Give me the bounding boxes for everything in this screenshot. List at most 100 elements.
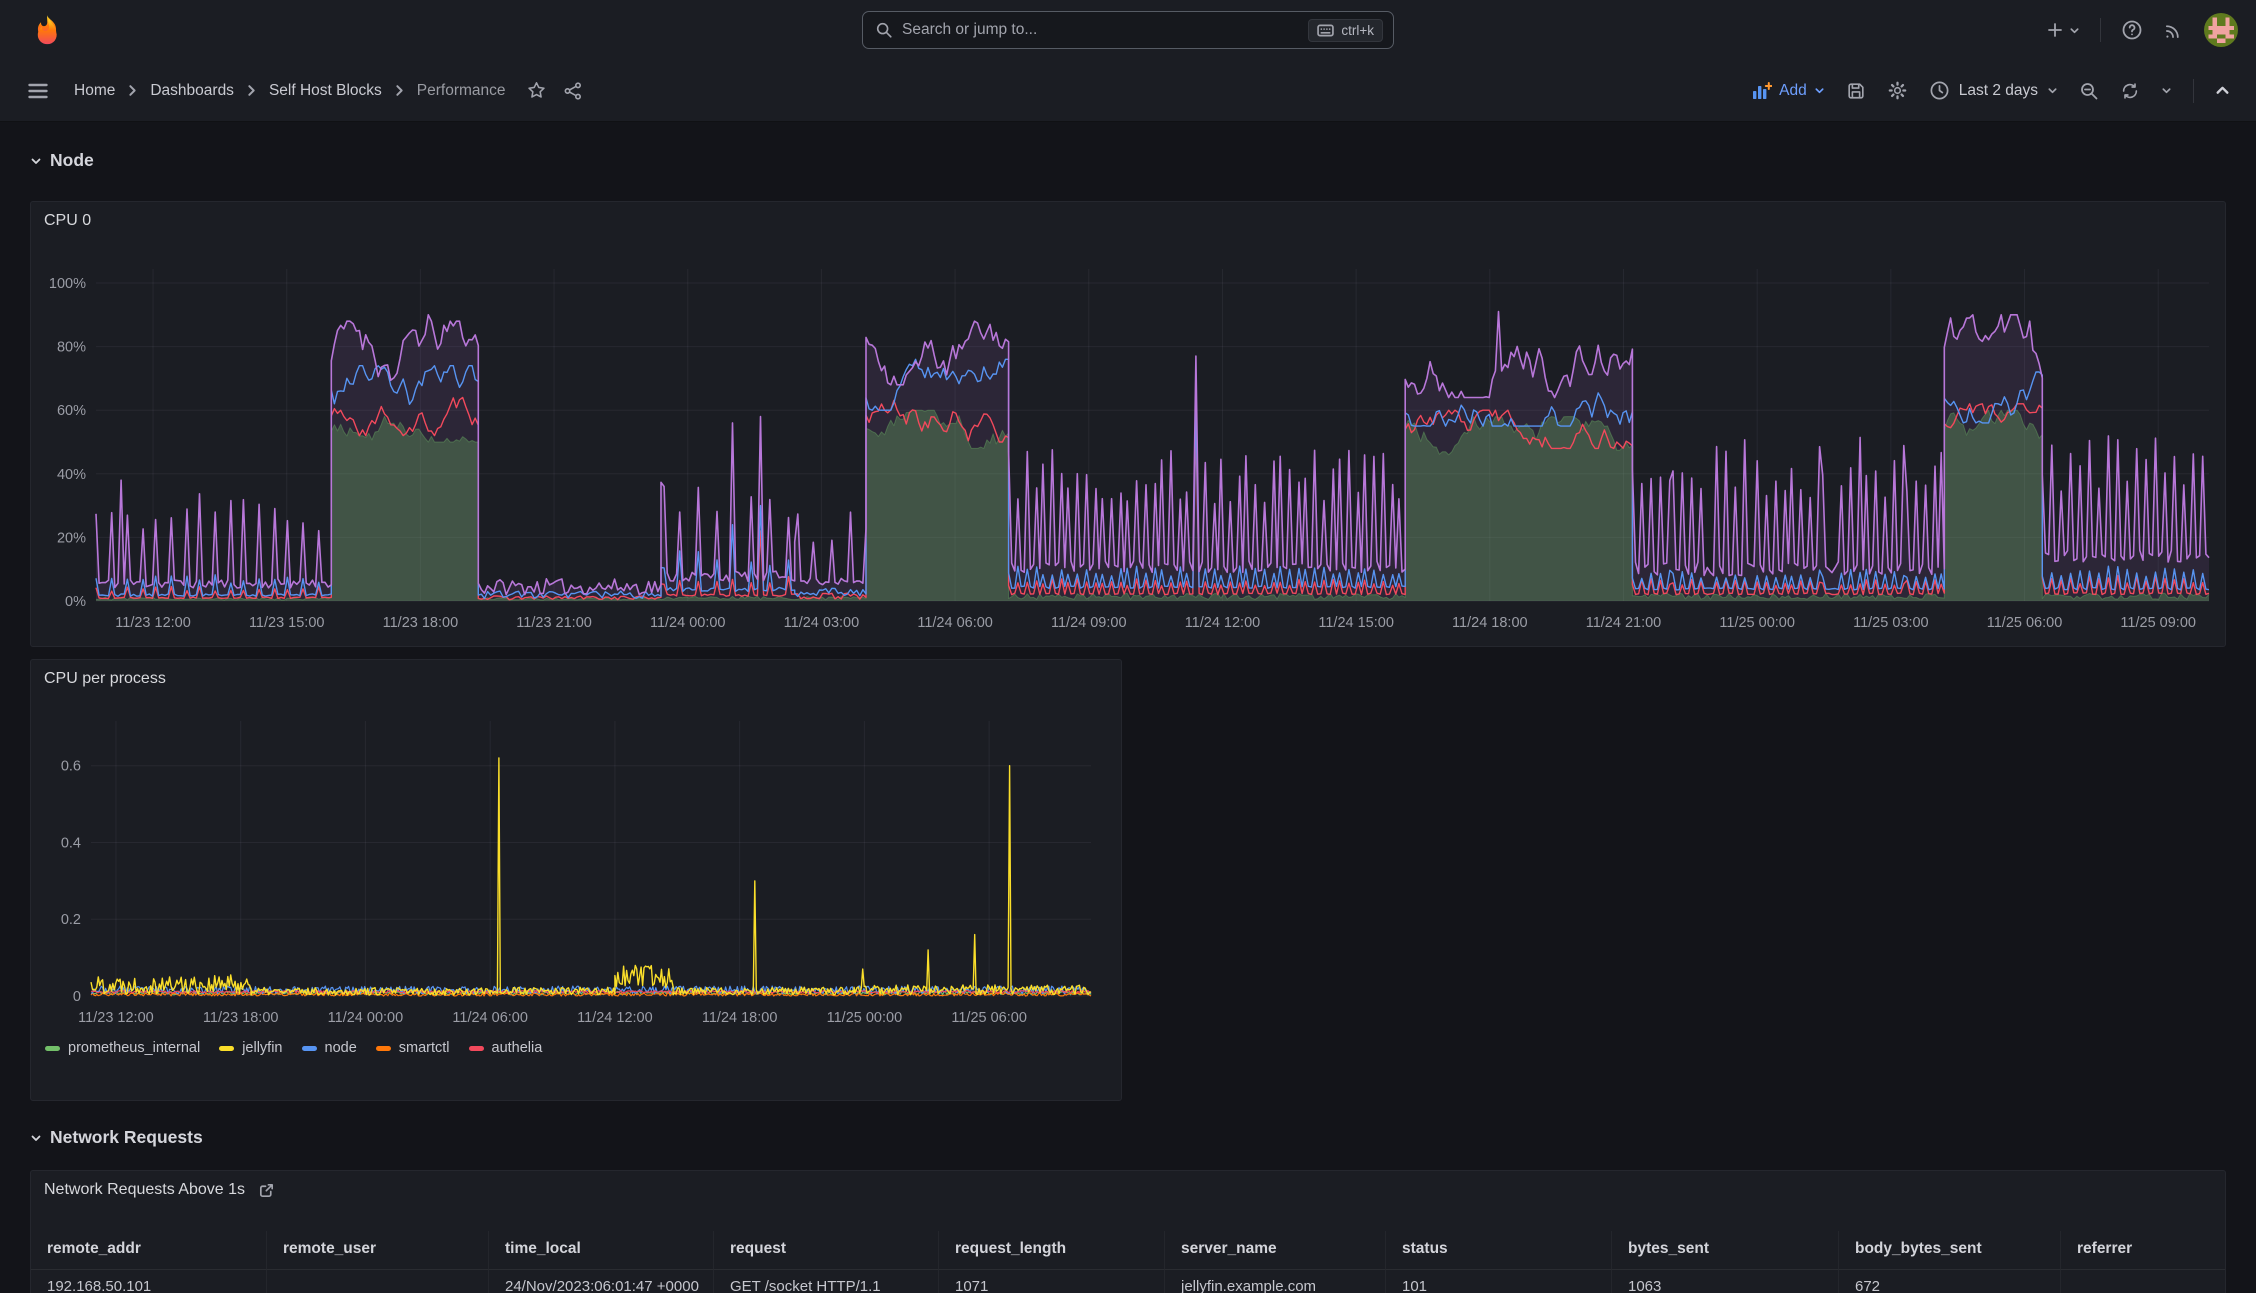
legend-swatch	[301, 1045, 317, 1051]
x-axis-tick-label: 11/24 00:00	[650, 615, 726, 631]
x-axis-tick-label: 11/24 12:00	[577, 1010, 653, 1026]
column-header-request[interactable]: request	[714, 1231, 939, 1270]
breadcrumb-dashboards[interactable]: Dashboards	[150, 82, 234, 100]
chevron-right-icon	[394, 84, 405, 97]
zoom-out-time-button[interactable]	[2079, 81, 2099, 101]
legend-item-smartctl[interactable]: smartctl	[375, 1040, 450, 1056]
search-icon	[876, 22, 892, 38]
x-axis-tick-label: 11/24 21:00	[1586, 615, 1662, 631]
y-axis-tick-label: 0.2	[61, 912, 81, 928]
table-cell: 672	[1839, 1270, 2061, 1293]
add-panel-icon	[1753, 81, 1773, 99]
x-axis-tick-label: 11/24 03:00	[784, 615, 860, 631]
legend-swatch	[45, 1045, 60, 1051]
chevron-right-icon	[246, 84, 257, 97]
dashboard-toolbar: Home Dashboards Self Host Blocks Perform…	[0, 60, 2256, 122]
hamburger-icon	[28, 83, 48, 98]
chevron-down-icon	[2162, 88, 2171, 94]
network-requests-table: remote_addr remote_user time_local request r…	[31, 1231, 2225, 1293]
time-range-picker[interactable]: Last 2 days	[1929, 80, 2058, 101]
y-axis-tick-label: 0.6	[61, 759, 81, 775]
favorite-button[interactable]	[526, 80, 547, 101]
cpu0-timeseries-chart[interactable]: 0% 20% 40% 60% 80% 100% 11/23 12:00 11/23 15:00…	[31, 202, 2225, 646]
table-cell: 1071	[939, 1270, 1165, 1293]
panel-title-network-requests[interactable]: Network Requests Above 1s	[44, 1181, 275, 1199]
search-placeholder: Search or jump to...	[902, 21, 1038, 38]
table-cell: 24/Nov/2023:06:01:47 +0000	[489, 1270, 714, 1293]
save-icon	[1848, 82, 1864, 99]
y-axis-tick-label: 20%	[57, 530, 86, 546]
help-button[interactable]	[2121, 19, 2143, 41]
mega-menu-button[interactable]	[26, 79, 50, 103]
clock-icon	[1930, 81, 1949, 100]
collapse-toolbar-button[interactable]	[2215, 83, 2230, 98]
legend-label: jellyfin	[242, 1040, 283, 1056]
column-header-request_length[interactable]: request_length	[939, 1231, 1165, 1270]
panel-network-requests: Network Requests Above 1s remote_addr rem…	[30, 1170, 2226, 1293]
panel-title-cpu-per-process[interactable]: CPU per process	[44, 670, 166, 688]
plus-icon	[2048, 23, 2062, 37]
legend-swatch	[219, 1045, 235, 1051]
share-button[interactable]	[563, 81, 583, 101]
row-header-network-requests[interactable]: Network Requests	[30, 1127, 203, 1148]
table-cell: 192.168.50.101	[31, 1270, 267, 1293]
x-axis-tick-label: 11/24 06:00	[452, 1010, 528, 1026]
y-axis-tick-label: 100%	[49, 276, 86, 292]
chevron-down-icon	[2070, 27, 2079, 33]
legend-label: prometheus_internal	[68, 1040, 201, 1056]
chevron-down-icon	[31, 1135, 41, 1141]
legend-item-authelia[interactable]: authelia	[468, 1040, 542, 1056]
column-header-referrer[interactable]: referrer	[2061, 1231, 2225, 1270]
column-header-remote_addr[interactable]: remote_addr	[31, 1231, 267, 1270]
gear-icon	[1888, 81, 1907, 100]
x-axis-tick-label: 11/25 00:00	[1719, 615, 1795, 631]
table-cell: 1063	[1612, 1270, 1839, 1293]
x-axis-tick-label: 11/24 18:00	[702, 1010, 778, 1026]
x-axis-tick-label: 11/24 18:00	[1452, 615, 1528, 631]
time-range-label: Last 2 days	[1958, 81, 2038, 99]
column-header-remote_user[interactable]: remote_user	[267, 1231, 489, 1270]
refresh-icon	[2122, 82, 2138, 99]
panel-title-cpu0[interactable]: CPU 0	[44, 212, 91, 230]
legend-item-node[interactable]: node	[301, 1040, 357, 1056]
breadcrumb-folder[interactable]: Self Host Blocks	[269, 82, 382, 100]
breadcrumb-current: Performance	[416, 81, 506, 99]
cpu-per-process-chart[interactable]: 0 0.2 0.4 0.6 11/23 12:00 11/23 18:00 11/24 00…	[31, 660, 1121, 1100]
x-axis-tick-label: 11/23 15:00	[249, 615, 325, 631]
legend-item-jellyfin[interactable]: jellyfin	[219, 1040, 283, 1056]
search-shortcut-badge: ctrl+k	[1308, 18, 1383, 42]
refresh-interval-dropdown[interactable]	[2161, 85, 2172, 96]
column-header-server_name[interactable]: server_name	[1165, 1231, 1386, 1270]
table-cell	[267, 1270, 489, 1293]
user-avatar[interactable]	[2204, 13, 2238, 47]
breadcrumb-home[interactable]: Home	[74, 82, 115, 100]
grafana-logo[interactable]	[30, 13, 64, 47]
column-header-body_bytes_sent[interactable]: body_bytes_sent	[1839, 1231, 2061, 1270]
row-header-node[interactable]: Node	[30, 150, 94, 171]
column-header-time_local[interactable]: time_local	[489, 1231, 714, 1270]
refresh-button[interactable]	[2120, 81, 2140, 101]
x-axis-tick-label: 11/23 12:00	[115, 615, 191, 631]
column-header-bytes_sent[interactable]: bytes_sent	[1612, 1231, 1839, 1270]
add-button[interactable]: Add	[1752, 81, 1825, 100]
table-cell: jellyfin.example.com	[1165, 1270, 1386, 1293]
breadcrumb: Home Dashboards Self Host Blocks Perform…	[74, 82, 506, 100]
caret-up-icon	[2216, 86, 2229, 94]
external-link-icon[interactable]	[258, 1182, 275, 1199]
y-axis-tick-label: 60%	[57, 403, 86, 419]
search-input[interactable]: Search or jump to... ctrl+k	[862, 11, 1394, 49]
star-icon	[527, 82, 545, 98]
column-header-status[interactable]: status	[1386, 1231, 1612, 1270]
keyboard-icon	[1317, 24, 1335, 36]
new-menu-button[interactable]	[2045, 20, 2080, 40]
dashboard-settings-button[interactable]	[1887, 80, 1908, 101]
x-axis-tick-label: 11/24 06:00	[917, 615, 993, 631]
legend-item-prometheus_internal[interactable]: prometheus_internal	[45, 1040, 200, 1056]
panel-cpu0: CPU 0 0% 20% 40% 60% 80% 100% 11/23 12:00 11/23…	[30, 201, 2226, 647]
x-axis-tick-label: 11/23 12:00	[78, 1010, 154, 1026]
news-button[interactable]	[2163, 20, 2184, 41]
y-axis-tick-label: 80%	[57, 340, 86, 356]
y-axis-tick-label: 0.4	[61, 835, 81, 851]
avatar-pixel-art	[2204, 13, 2238, 47]
save-dashboard-button[interactable]	[1846, 81, 1866, 101]
